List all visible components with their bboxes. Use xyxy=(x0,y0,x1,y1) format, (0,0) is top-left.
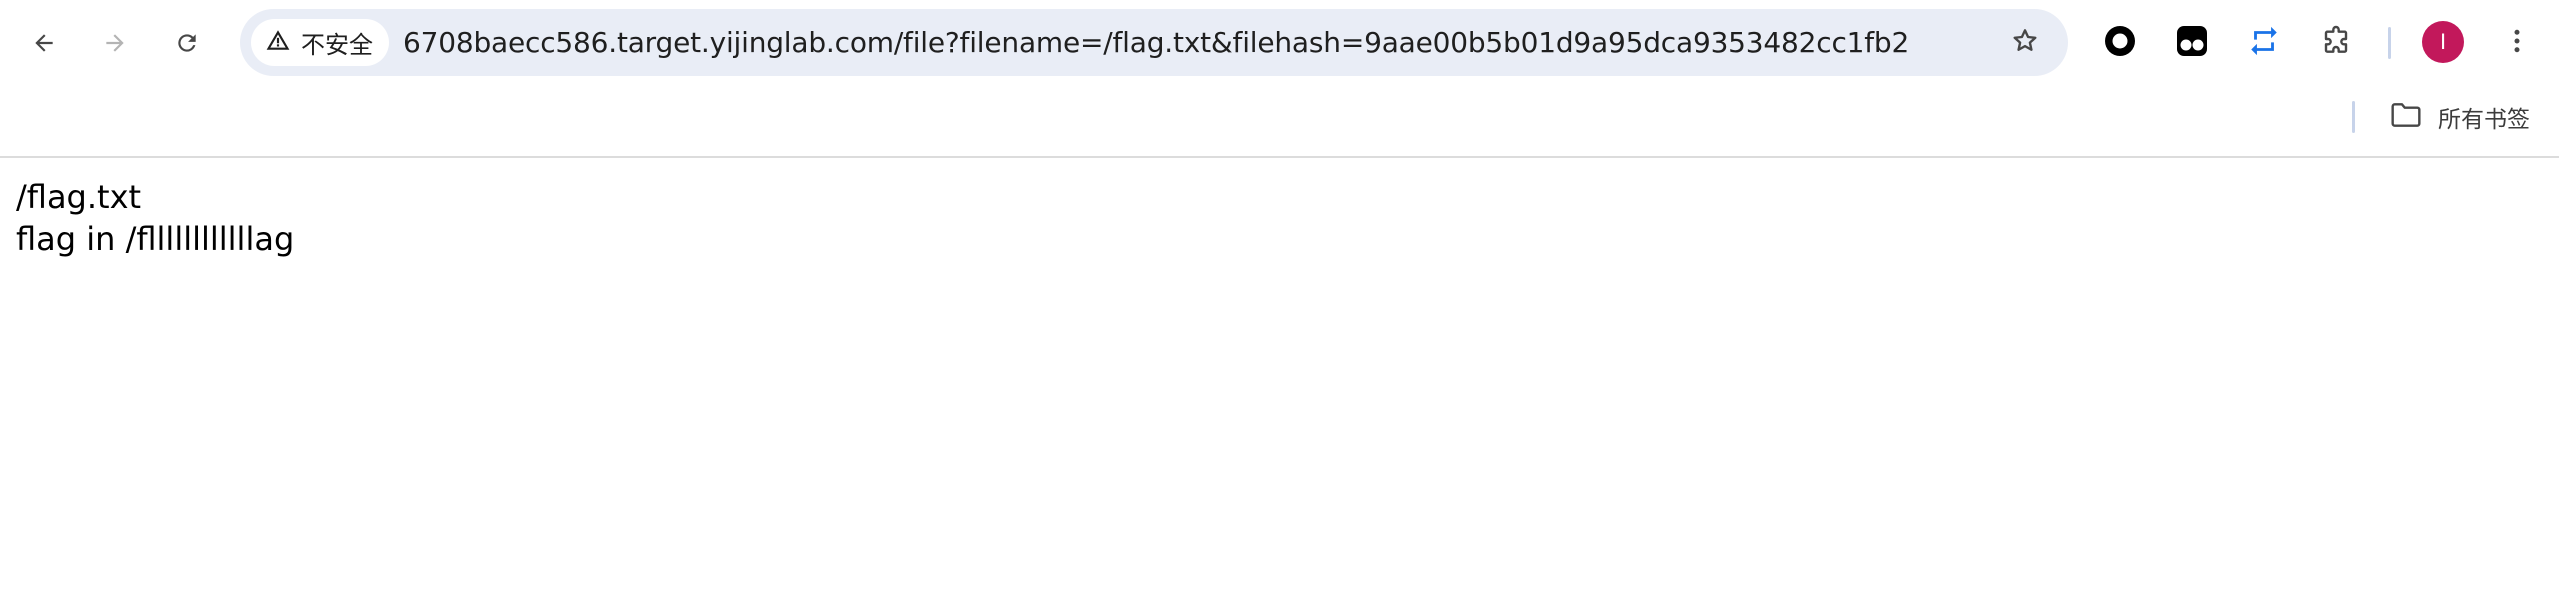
three-dot-menu-icon xyxy=(2502,26,2532,61)
all-bookmarks-button[interactable]: 所有书签 xyxy=(2380,94,2540,140)
folder-icon xyxy=(2390,101,2422,134)
extensions-menu-button[interactable] xyxy=(2307,14,2365,72)
address-bar[interactable]: 不安全 6708baecc586.target.yijinglab.com/fi… xyxy=(240,9,2068,76)
extension-button-1[interactable] xyxy=(2091,14,2149,72)
puzzle-extensions-icon xyxy=(2320,25,2352,62)
bookmarks-divider xyxy=(2352,101,2355,133)
arrow-right-icon xyxy=(102,30,128,56)
tampermonkey-extension-icon xyxy=(2175,24,2209,63)
flag-hint-text: flag in /fllllllllllllag xyxy=(16,220,295,258)
bookmark-star-button[interactable] xyxy=(1998,16,2052,70)
back-button[interactable] xyxy=(15,14,73,72)
security-label: 不安全 xyxy=(301,31,373,59)
toolbar-divider xyxy=(2388,27,2391,59)
page-content: /flag.txt flag in /fllllllllllllag xyxy=(16,176,2516,260)
all-bookmarks-label: 所有书签 xyxy=(2438,107,2530,133)
forward-button[interactable] xyxy=(86,14,144,72)
bookmarks-bar: 所有书签 xyxy=(0,86,2559,158)
warning-triangle-icon xyxy=(265,27,291,58)
security-status-chip[interactable]: 不安全 xyxy=(251,19,389,66)
url-text[interactable]: 6708baecc586.target.yijinglab.com/file?f… xyxy=(403,9,1909,76)
repeat-arrows-extension-icon xyxy=(2247,24,2281,63)
circle-ring-extension-icon xyxy=(2103,24,2137,63)
extension-button-2[interactable] xyxy=(2163,14,2221,72)
reload-icon xyxy=(174,30,200,56)
star-icon xyxy=(2010,26,2040,61)
reload-button[interactable] xyxy=(158,14,216,72)
arrow-left-icon xyxy=(31,30,57,56)
browser-menu-button[interactable] xyxy=(2488,14,2546,72)
extension-button-3[interactable] xyxy=(2235,14,2293,72)
browser-toolbar: 不安全 6708baecc586.target.yijinglab.com/fi… xyxy=(0,0,2559,86)
browser-window: 不安全 6708baecc586.target.yijinglab.com/fi… xyxy=(0,0,2559,616)
profile-avatar[interactable]: I xyxy=(2422,21,2464,63)
file-path-text: /flag.txt xyxy=(16,178,142,216)
